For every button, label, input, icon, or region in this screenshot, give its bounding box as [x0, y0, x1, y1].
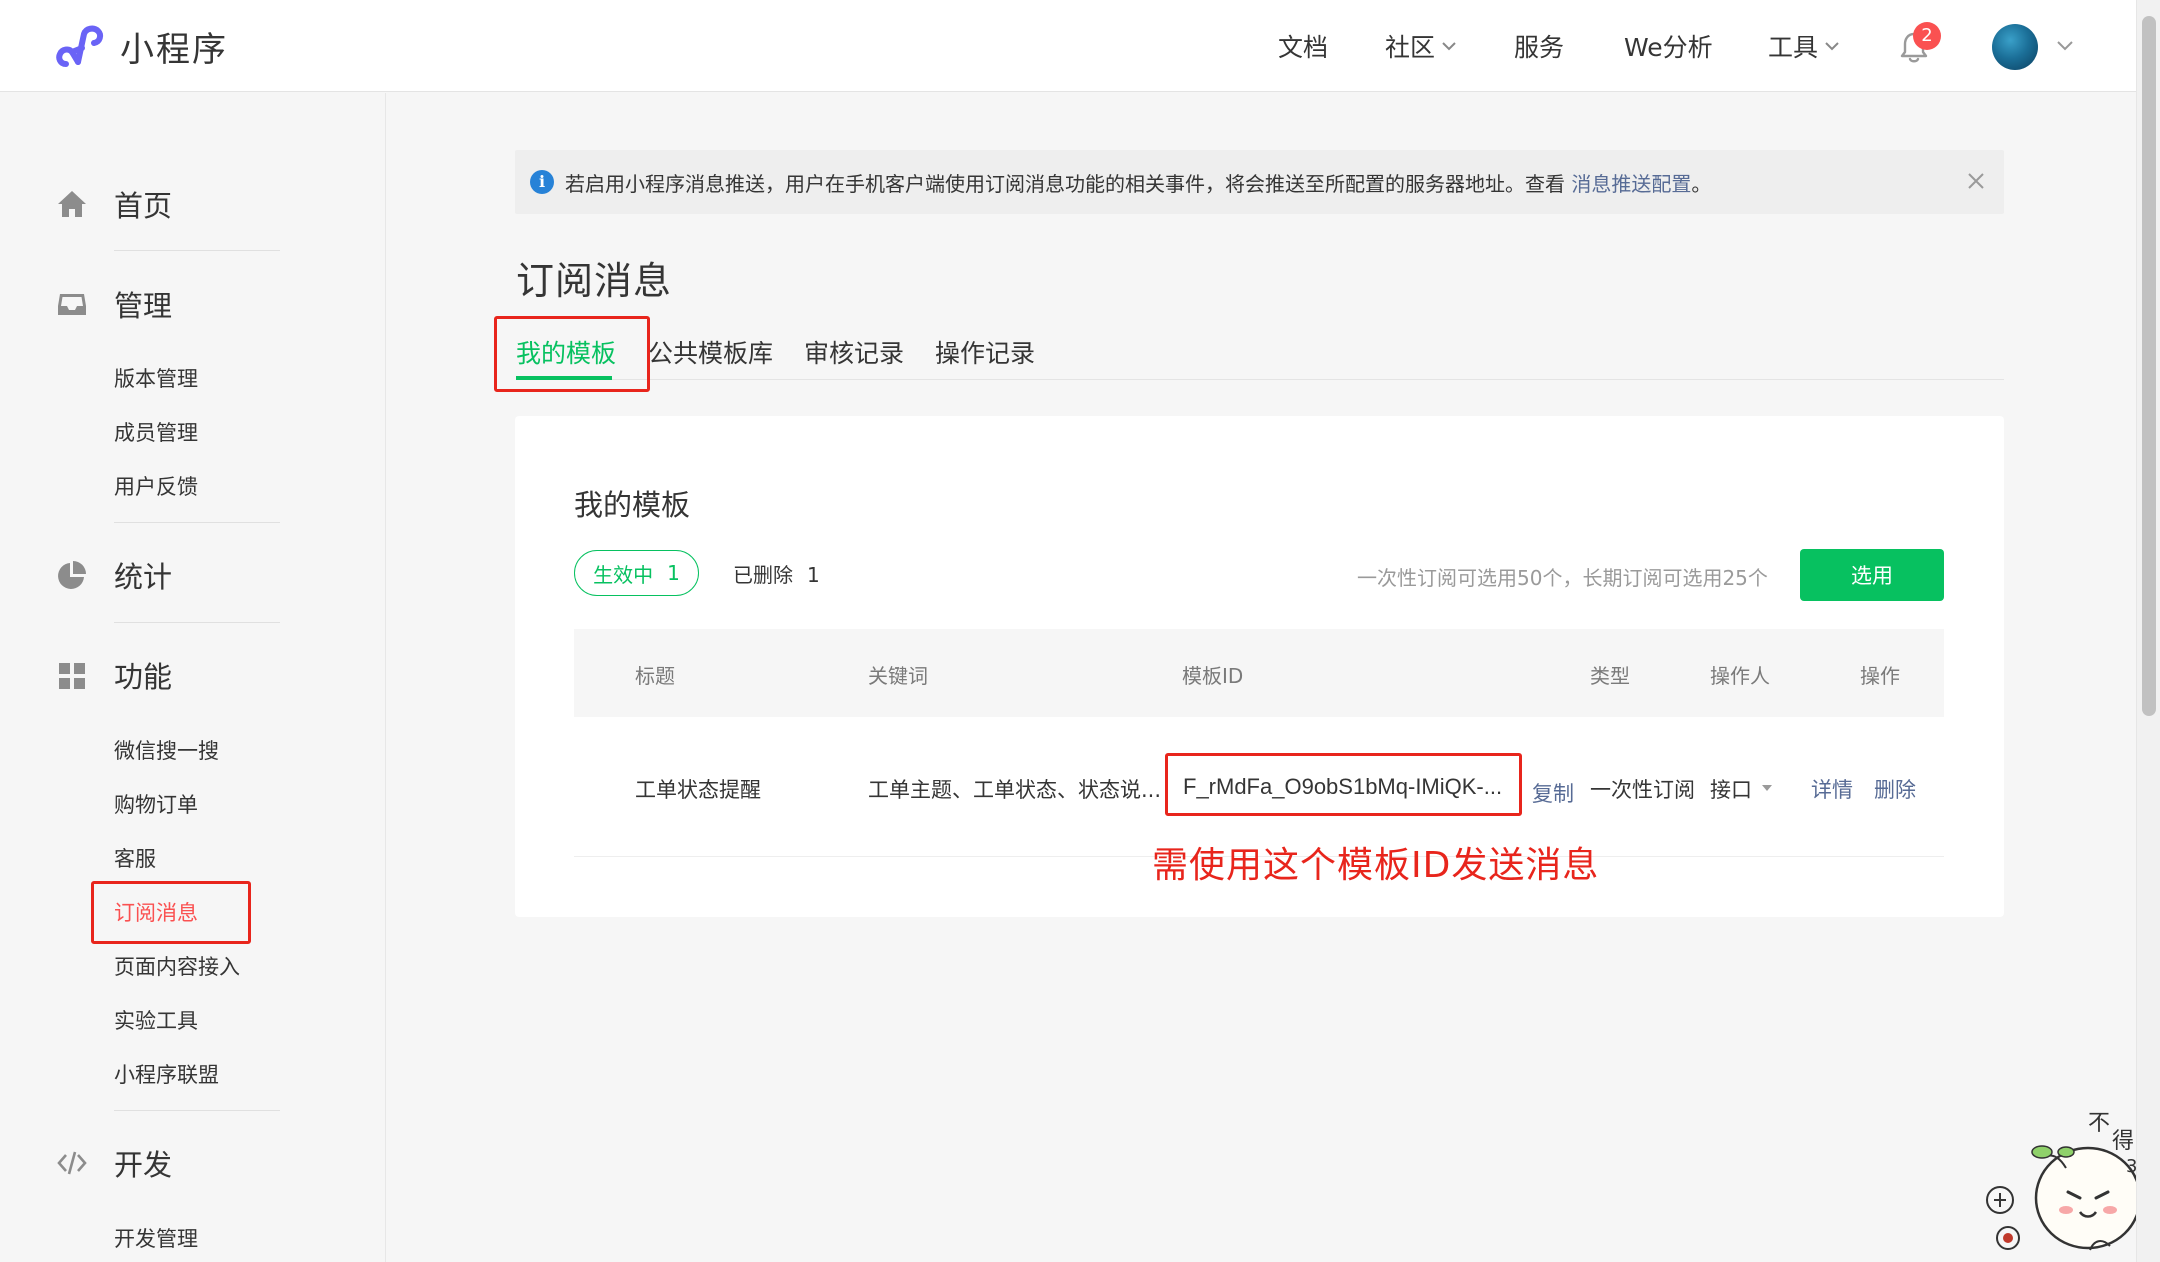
nav-services-label: 服务 [1514, 33, 1565, 62]
filter-deleted-count: 1 [807, 563, 820, 587]
sidebar-item-dev-management[interactable]: 开发管理 [114, 1223, 198, 1253]
divider [114, 250, 280, 251]
sidebar-item-shopping-orders[interactable]: 购物订单 [114, 789, 198, 819]
select-template-button[interactable]: 选用 [1800, 549, 1944, 601]
delete-link[interactable]: 删除 [1874, 774, 1916, 804]
notice-banner: i 若启用小程序消息推送，用户在手机客户端使用订阅消息功能的相关事件，将会推送至… [515, 150, 2004, 214]
inbox-icon [58, 294, 86, 315]
sidebar-item-member-management[interactable]: 成员管理 [114, 417, 198, 447]
sidebar-item-manage-label: 管理 [114, 289, 173, 323]
notice-suffix: 。 [1691, 171, 1712, 196]
column-header: 操作 [1860, 664, 1900, 688]
tab-bar: 我的模板 公共模板库 审核记录 操作记录 [516, 334, 2004, 380]
pie-chart-icon [58, 561, 86, 589]
nav-community[interactable]: 社区 [1385, 28, 1457, 64]
template-title: 工单状态提醒 [635, 778, 761, 802]
nav-we-analytics[interactable]: We分析 [1624, 28, 1713, 64]
sidebar-item-home[interactable]: 首页 [56, 183, 172, 225]
top-navbar: 小程序 文档 社区 服务 We分析 工具 2 [0, 0, 2136, 92]
brand[interactable]: 小程序 [56, 22, 228, 71]
home-icon [58, 191, 86, 217]
sidebar-item-customer-service[interactable]: 客服 [114, 843, 156, 873]
card-title: 我的模板 [574, 488, 691, 522]
operator-dropdown[interactable]: 接口 [1710, 774, 1772, 804]
sidebar-item-user-feedback[interactable]: 用户反馈 [114, 471, 198, 501]
notice-message: 若启用小程序消息推送，用户在手机客户端使用订阅消息功能的相关事件，将会推送至所配… [565, 171, 1572, 196]
tab-public-templates[interactable]: 公共模板库 [648, 334, 773, 370]
nav-docs-label: 文档 [1278, 33, 1329, 62]
notification-badge: 2 [1913, 22, 1941, 50]
cartoon-sticker-icon: 不 得 3 [1986, 1111, 2136, 1251]
nav-services[interactable]: 服务 [1514, 28, 1564, 64]
table-header: 标题 关键词 模板ID 类型 操作人 操作 [574, 629, 1944, 717]
filter-active-pill[interactable]: 生效中 1 [574, 550, 699, 596]
nav-tools[interactable]: 工具 [1768, 28, 1840, 64]
annotation-box-tab [494, 316, 650, 392]
svg-text:3: 3 [2126, 1156, 2136, 1177]
template-keywords: 工单主题、工单状态、状态说... [868, 778, 1162, 802]
annotation-box-sidebar [91, 881, 251, 944]
brand-title: 小程序 [120, 30, 228, 70]
avatar[interactable] [1992, 24, 2038, 70]
close-icon[interactable] [1964, 169, 1988, 193]
column-header: 标题 [635, 664, 675, 688]
sidebar-item-statistics[interactable]: 统计 [56, 554, 172, 596]
sidebar-item-home-label: 首页 [114, 189, 173, 223]
nav-we-analytics-label: We分析 [1624, 33, 1713, 62]
sidebar-item-manage[interactable]: 管理 [56, 283, 172, 325]
nav-community-label: 社区 [1385, 33, 1436, 62]
filter-active-label: 生效中 [593, 562, 654, 587]
template-type: 一次性订阅 [1590, 778, 1695, 802]
code-icon [57, 1151, 87, 1175]
column-header: 模板ID [1182, 664, 1244, 688]
divider [114, 622, 280, 623]
filter-deleted-label: 已删除 [733, 563, 793, 587]
scrollbar[interactable] [2136, 0, 2160, 1262]
caret-down-icon [1762, 785, 1772, 791]
column-header: 类型 [1590, 664, 1630, 688]
tab-review-records[interactable]: 审核记录 [804, 334, 904, 370]
sidebar-item-develop[interactable]: 开发 [56, 1142, 172, 1184]
annotation-text: 需使用这个模板ID发送消息 [1152, 845, 1600, 886]
sidebar-item-features[interactable]: 功能 [56, 654, 172, 696]
scrollbar-thumb[interactable] [2142, 16, 2156, 716]
sidebar-item-features-label: 功能 [114, 660, 173, 694]
sidebar-item-mini-program-alliance[interactable]: 小程序联盟 [114, 1059, 219, 1089]
nav-tools-label: 工具 [1768, 33, 1819, 62]
chevron-down-icon [1442, 42, 1456, 51]
mini-program-logo-icon [56, 25, 104, 67]
sidebar-item-statistics-label: 统计 [114, 560, 173, 594]
nav-docs[interactable]: 文档 [1278, 28, 1328, 64]
notice-text: 若启用小程序消息推送，用户在手机客户端使用订阅消息功能的相关事件，将会推送至所配… [565, 168, 1711, 197]
column-header: 关键词 [868, 664, 928, 688]
column-header: 操作人 [1710, 664, 1770, 688]
chevron-down-icon[interactable] [2056, 40, 2074, 51]
sidebar-item-develop-label: 开发 [114, 1148, 173, 1182]
svg-text:得: 得 [2112, 1129, 2134, 1154]
quota-text: 一次性订阅可选用50个，长期订阅可选用25个 [1357, 566, 1768, 590]
divider [114, 1110, 280, 1111]
operator-label: 接口 [1710, 778, 1752, 802]
divider [114, 522, 280, 523]
tab-operation-records[interactable]: 操作记录 [935, 334, 1035, 370]
chevron-down-icon [1825, 42, 1839, 51]
message-push-config-link[interactable]: 消息推送配置 [1571, 172, 1691, 196]
sidebar: 首页 管理 版本管理 成员管理 用户反馈 统计 功能 微信搜一搜 购物订单 客服… [0, 93, 386, 1262]
sidebar-item-experiment-tools[interactable]: 实验工具 [114, 1005, 198, 1035]
grid-icon [59, 663, 85, 689]
sidebar-item-version-management[interactable]: 版本管理 [114, 363, 198, 393]
sidebar-item-page-content[interactable]: 页面内容接入 [114, 951, 240, 981]
svg-text:不: 不 [2088, 1111, 2110, 1136]
info-icon: i [530, 170, 554, 194]
filter-active-count: 1 [667, 561, 680, 585]
page-title: 订阅消息 [516, 259, 673, 303]
filter-deleted[interactable]: 已删除 1 [733, 559, 820, 588]
copy-id-link[interactable]: 复制 [1532, 778, 1574, 808]
sidebar-item-wechat-search[interactable]: 微信搜一搜 [114, 735, 219, 765]
detail-link[interactable]: 详情 [1811, 774, 1853, 804]
annotation-box-template-id [1165, 753, 1522, 816]
